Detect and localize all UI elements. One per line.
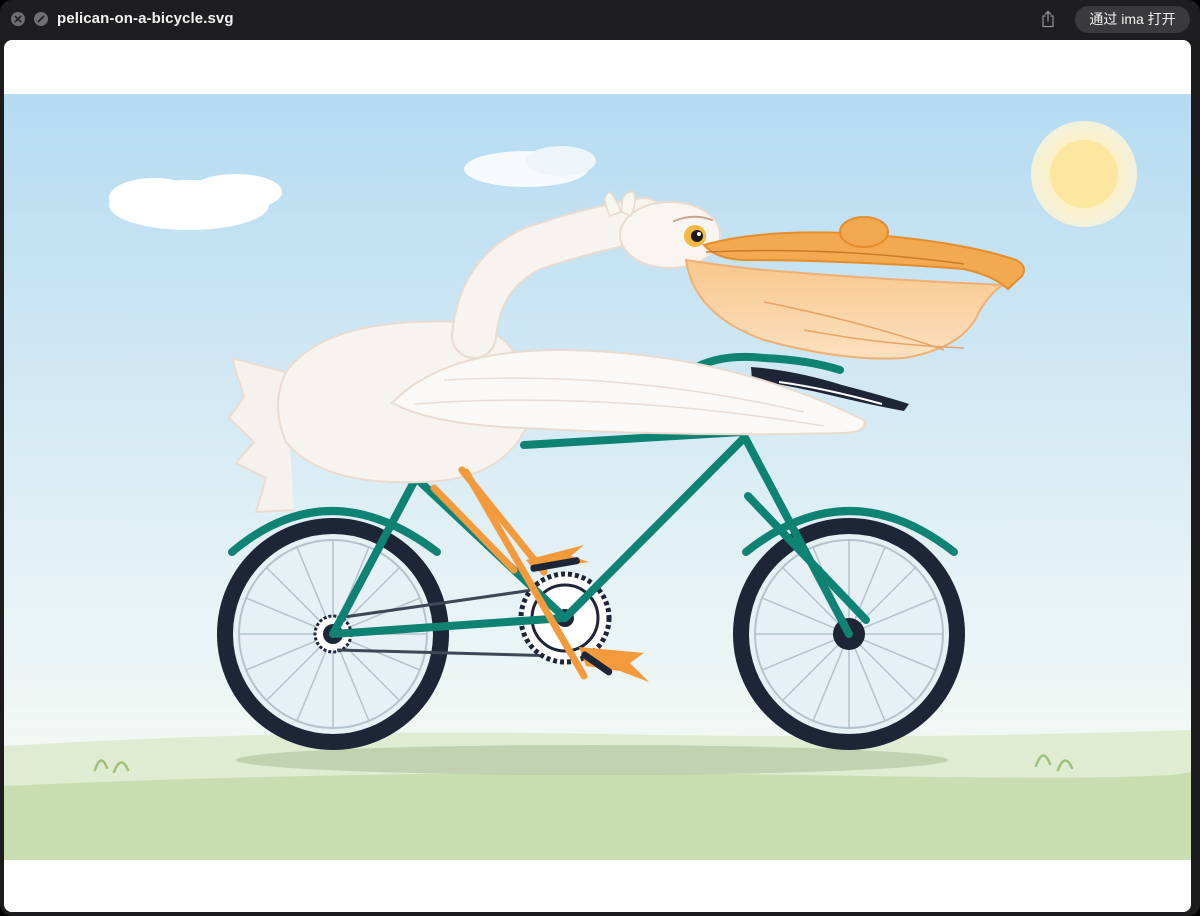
image-canvas	[4, 40, 1191, 912]
hide-icon[interactable]	[34, 12, 48, 26]
title-bar: pelican-on-a-bicycle.svg 通过 ima 打开	[0, 0, 1200, 40]
image-preview-window: pelican-on-a-bicycle.svg 通过 ima 打开	[0, 0, 1200, 916]
sun	[1031, 121, 1137, 227]
close-icon[interactable]	[11, 12, 25, 26]
window-title: pelican-on-a-bicycle.svg	[57, 10, 234, 27]
grass	[4, 730, 1191, 860]
share-icon[interactable]	[1038, 8, 1058, 30]
pelican-illustration	[4, 94, 1191, 912]
open-with-ima-button[interactable]: 通过 ima 打开	[1075, 6, 1190, 33]
